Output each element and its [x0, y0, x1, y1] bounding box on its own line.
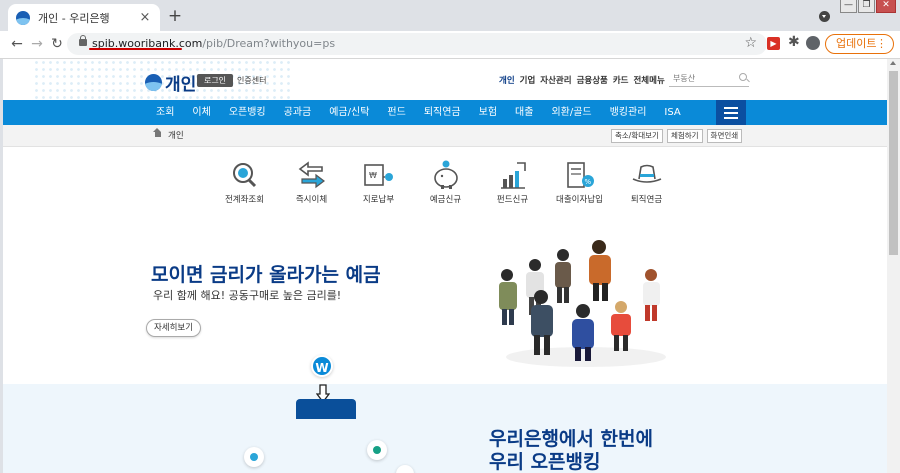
loan-calculator-icon: %: [566, 162, 594, 188]
forward-arrow-icon[interactable]: →: [29, 36, 45, 52]
topnav-asset[interactable]: 자산관리: [540, 74, 571, 86]
gnb-item[interactable]: 오픈뱅킹: [220, 100, 275, 125]
maximize-button[interactable]: ❐: [858, 0, 875, 13]
quick-label: 전계좌조회: [224, 195, 265, 205]
svg-text:₩: ₩: [369, 171, 377, 180]
profile-avatar-icon[interactable]: [806, 36, 820, 50]
gnb-item[interactable]: 이체: [183, 100, 219, 125]
quick-label: 지로납부: [362, 195, 395, 205]
quick-label: 대출이자납입: [556, 195, 603, 205]
back-arrow-icon[interactable]: ←: [9, 36, 25, 52]
scrollbar-thumb[interactable]: [889, 71, 898, 255]
browser-toolbar: ← → ↻ spib.wooribank.com/pib/Dream?withy…: [0, 31, 900, 59]
search-input[interactable]: [669, 70, 731, 87]
quick-label: 예금신규: [429, 195, 462, 205]
gnb-item[interactable]: 퇴직연금: [415, 100, 470, 125]
detail-button[interactable]: 자세히보기: [146, 319, 201, 337]
woori-logo[interactable]: 개인: [145, 70, 196, 95]
login-button[interactable]: 로그인: [197, 74, 233, 87]
page-scrollbar[interactable]: [887, 59, 900, 473]
woori-logo-icon: [145, 74, 162, 91]
topnav-corporate[interactable]: 기업: [520, 74, 536, 86]
gnb-item[interactable]: 조회: [147, 100, 183, 125]
address-bar[interactable]: spib.wooribank.com/pib/Dream?withyou=ps …: [67, 33, 767, 55]
quick-label: 퇴직연금: [630, 195, 663, 205]
group-people-illustration: [499, 240, 666, 367]
woori-favicon-icon: [16, 10, 30, 25]
window-controls: — ❐ ✕: [839, 0, 896, 13]
quick-label: 펀드신규: [496, 195, 529, 205]
bank-logo-circle-icon-2: [367, 440, 387, 460]
piggy-bank-icon: [433, 160, 458, 189]
gnb-item[interactable]: 보험: [470, 100, 506, 125]
web-page: 개인 로그인 인증센터 개인 기업 자산관리 금융상품 카드 전체메뉴 조회이체…: [3, 59, 887, 473]
quick-account-inquiry[interactable]: 전계좌조회: [211, 159, 278, 205]
hamburger-menu-icon[interactable]: [716, 100, 746, 125]
main-menu-bar: 조회 이체 오픈뱅킹 공과금 예금/신탁 펀드 퇴직연금 보험 대출 외환/골드 뱅킹관리 ISA: [3, 100, 887, 125]
search-icon[interactable]: [739, 73, 747, 81]
transfer-arrows-icon: [298, 161, 325, 189]
account-search-icon: [232, 163, 256, 188]
quick-giro[interactable]: ₩ 지로납부: [345, 159, 412, 205]
gnb-item[interactable]: 뱅킹관리: [601, 100, 656, 125]
close-window-button[interactable]: ✕: [876, 0, 896, 13]
extensions-puzzle-icon[interactable]: ✱: [788, 34, 800, 50]
gnb-item[interactable]: 공과금: [275, 100, 321, 125]
topnav-card[interactable]: 카드: [613, 74, 629, 86]
topnav-products[interactable]: 금융상품: [577, 74, 608, 86]
bank-logo-circle-icon: [244, 447, 264, 467]
tab-close-icon[interactable]: ×: [138, 10, 152, 25]
gnb-item[interactable]: 예금/신탁: [320, 100, 378, 125]
search-box: [669, 70, 749, 87]
reload-icon[interactable]: ↻: [49, 36, 65, 52]
open-banking-title: 우리은행에서 한번에 우리 오픈뱅킹: [489, 428, 653, 473]
print-button[interactable]: 화면인쇄: [706, 129, 743, 143]
quick-new-fund[interactable]: 펀드신규: [479, 159, 546, 205]
update-button[interactable]: 업데이트 ⋮: [825, 34, 894, 54]
cert-center-link[interactable]: 인증센터: [237, 74, 266, 87]
quick-menu: 전계좌조회 즉시이체 ₩ 지로납부 예금신규 펀드신규 % 대출이자납입 퇴직연…: [211, 159, 680, 205]
woori-w-badge-icon: W: [311, 355, 333, 377]
topnav-all-menu[interactable]: 전체메뉴: [633, 74, 664, 86]
bookmark-star-icon[interactable]: ☆: [744, 35, 757, 51]
quick-pension[interactable]: 퇴직연금: [613, 159, 680, 205]
breadcrumb-bar: 개인 축소/확대보기 체험하기 화면인쇄: [3, 125, 887, 147]
tab-search-icon[interactable]: [819, 11, 830, 22]
fund-chart-icon: [500, 162, 526, 189]
scroll-up-arrow-icon[interactable]: [890, 61, 896, 65]
quick-transfer[interactable]: 즉시이체: [278, 159, 345, 205]
tab-title: 개인 - 우리은행: [38, 11, 110, 25]
hero-title: 모이면 금리가 올라가는 예금: [151, 264, 381, 286]
top-navigation: 개인 기업 자산관리 금융상품 카드 전체메뉴: [499, 74, 670, 86]
gnb-item[interactable]: 대출: [506, 100, 542, 125]
giro-payment-icon: ₩: [363, 164, 393, 186]
quick-loan-interest[interactable]: % 대출이자납입: [546, 159, 613, 205]
breadcrumb-current: 개인: [168, 131, 184, 141]
hero-subtitle: 우리 함께 해요! 공동구매로 높은 금리를!: [153, 289, 342, 302]
gnb-item[interactable]: ISA: [655, 100, 689, 125]
home-icon[interactable]: [153, 128, 162, 140]
browser-tab-strip: 개인 - 우리은행 × + — ❐ ✕: [0, 0, 900, 31]
open-banking-section: 우리은행에서 한번에 우리 오픈뱅킹: [3, 384, 887, 473]
gnb-item[interactable]: 펀드: [378, 100, 414, 125]
phone-screen-illustration: [296, 399, 356, 419]
topnav-personal[interactable]: 개인: [499, 74, 515, 86]
quick-new-deposit[interactable]: 예금신규: [412, 159, 479, 205]
try-out-button[interactable]: 체험하기: [666, 129, 703, 143]
zoom-toggle-button[interactable]: 축소/확대보기: [611, 129, 663, 143]
new-tab-button[interactable]: +: [166, 6, 184, 26]
minimize-button[interactable]: —: [840, 0, 857, 13]
svg-text:%: %: [584, 178, 591, 186]
gnb-item[interactable]: 외환/골드: [542, 100, 600, 125]
logo-text: 개인: [165, 75, 197, 95]
lock-icon[interactable]: [79, 35, 87, 46]
browser-tab[interactable]: 개인 - 우리은행 ×: [8, 4, 160, 31]
pension-hat-icon: [632, 164, 661, 183]
person-figure: [589, 240, 611, 301]
extension-red-icon[interactable]: ▶: [767, 37, 780, 50]
annotation-underline-url: [89, 48, 182, 50]
utility-buttons: 축소/확대보기 체험하기 화면인쇄: [611, 129, 746, 143]
quick-label: 즉시이체: [295, 195, 328, 205]
